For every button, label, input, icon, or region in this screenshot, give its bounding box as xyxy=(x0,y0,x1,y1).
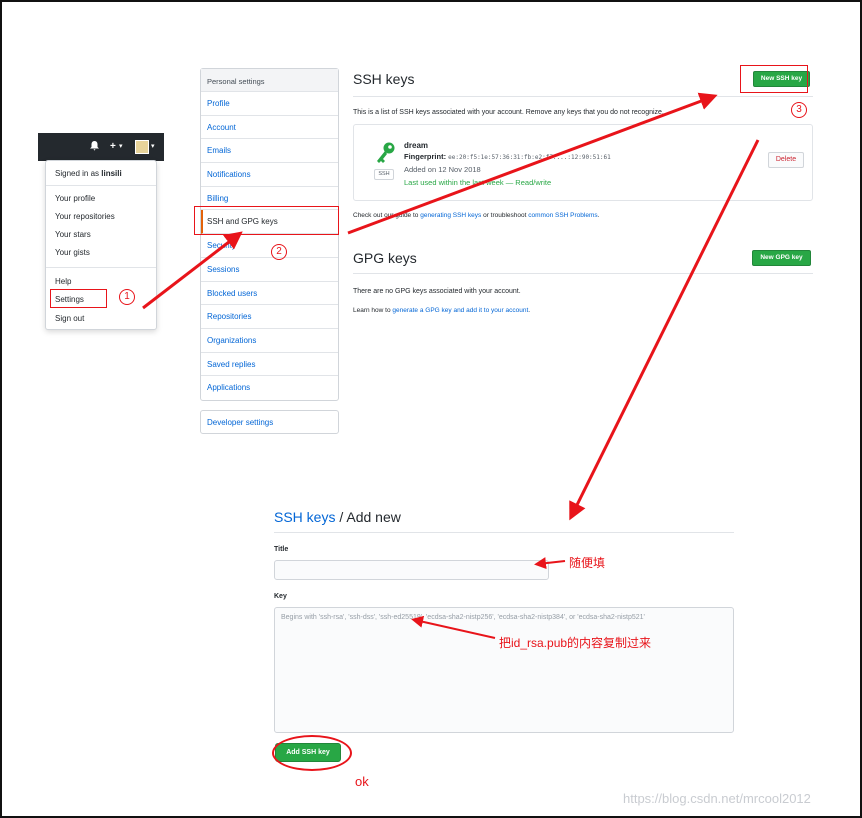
ok-annotation: ok xyxy=(355,774,369,789)
arrow-step-1 xyxy=(142,231,243,310)
watermark: https://blog.csdn.net/mrcool2012 xyxy=(623,791,811,806)
arrow-step-3 xyxy=(569,139,760,521)
arrow-key-note xyxy=(411,615,496,639)
title-annotation: 随便填 xyxy=(569,556,606,570)
arrow-step-2 xyxy=(347,92,718,235)
annotation-arrows xyxy=(142,92,760,639)
key-annotation: 把id_rsa.pub的内容复制过来 xyxy=(499,636,652,650)
arrow-title-note xyxy=(534,557,566,570)
